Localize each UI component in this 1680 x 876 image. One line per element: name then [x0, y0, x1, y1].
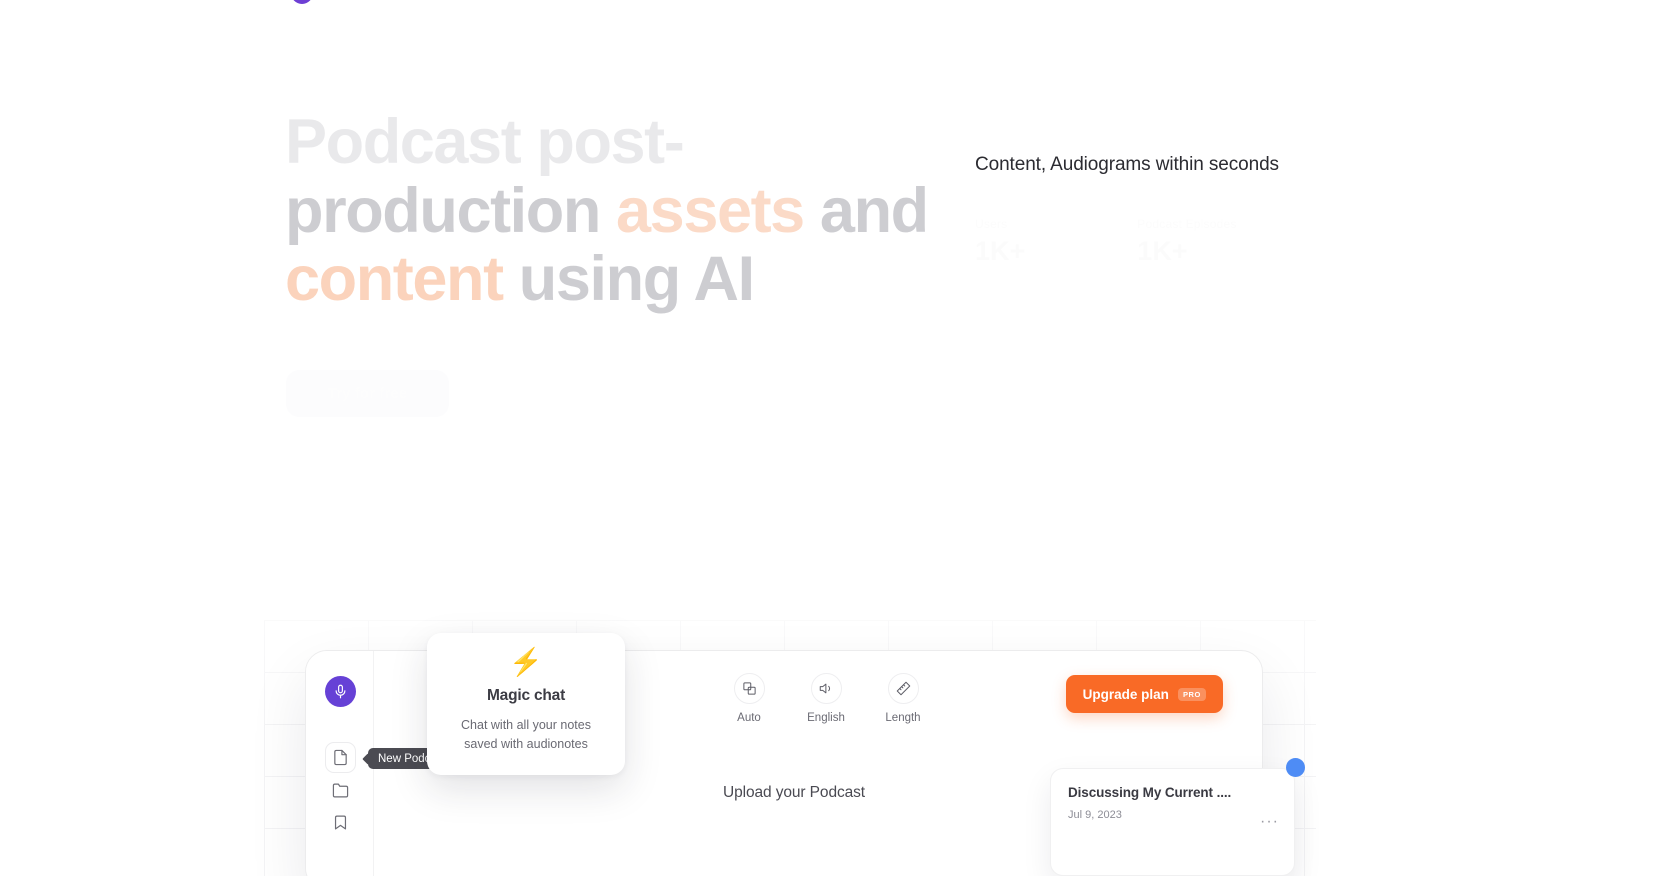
translate-icon[interactable]	[733, 673, 765, 704]
upgrade-plan-button[interactable]: Upgrade plan PRO	[1065, 675, 1223, 713]
magic-chat-description: Chat with all your notes saved with audi…	[461, 718, 591, 751]
microphone-icon[interactable]	[325, 676, 356, 707]
upgrade-plan-label: Upgrade plan	[1082, 686, 1169, 702]
note-card[interactable]: Discussing My Current .... Jul 9, 2023 ·…	[1050, 768, 1295, 876]
option-label: Auto	[737, 712, 761, 724]
stat-item: Podcast Episodes 1K+	[1137, 217, 1236, 267]
note-card-title: Discussing My Current ....	[1068, 785, 1232, 800]
magic-chat-title: Magic chat	[486, 687, 566, 704]
stat-label: Podcast Episodes	[1137, 217, 1237, 232]
app-sidebar	[306, 651, 374, 876]
hero-title-line-3-b: using AI	[502, 244, 755, 315]
note-card-menu-icon[interactable]: ···	[1260, 814, 1279, 830]
hero-right-column: Content, Audiograms within seconds Users…	[975, 150, 1395, 267]
hero-title-line-2-a: production	[285, 175, 617, 246]
magic-chat-card: ⚡ Magic chat Chat with all your notes sa…	[427, 633, 625, 775]
stat-label: Users	[975, 217, 1008, 232]
lightning-bolt-icon: ⚡	[509, 647, 543, 677]
hero-stats: Users 1K+ Podcast Episodes 1K+	[975, 217, 1395, 267]
hero-title-highlight-content: content	[285, 244, 504, 315]
ruler-icon[interactable]	[887, 673, 919, 704]
sidebar-item-new-podcast[interactable]	[325, 742, 356, 773]
hero-subtitle: Content, Audiograms within seconds	[975, 154, 1279, 175]
note-card-date: Jul 9, 2023	[1068, 809, 1122, 821]
pro-badge: PRO	[1177, 687, 1206, 701]
stat-value: 1K+	[975, 236, 1026, 267]
stat-item: Users 1K+	[975, 217, 1025, 267]
option-label: Length	[885, 712, 921, 724]
hero-cta-button[interactable]: Try for free	[286, 370, 449, 417]
option-row: Auto English Length	[719, 673, 933, 724]
sidebar-item-folders[interactable]	[325, 775, 356, 806]
option-auto[interactable]: Auto	[719, 673, 779, 724]
sidebar-item-saved[interactable]	[325, 807, 356, 838]
option-length[interactable]: Length	[873, 673, 933, 724]
speaker-icon[interactable]	[810, 673, 842, 704]
hero-section: Podcast post- production assets and cont…	[0, 0, 1680, 620]
stat-value: 1K+	[1137, 236, 1188, 267]
upload-podcast-label[interactable]: Upload your Podcast	[723, 784, 865, 802]
hero-title-line-2-b: and	[803, 175, 929, 246]
option-english[interactable]: English	[796, 673, 856, 724]
option-label: English	[807, 712, 845, 724]
hero-title-highlight-assets: assets	[616, 175, 805, 246]
status-dot	[1286, 758, 1305, 777]
page-root: Podcast post- production assets and cont…	[0, 0, 1680, 876]
